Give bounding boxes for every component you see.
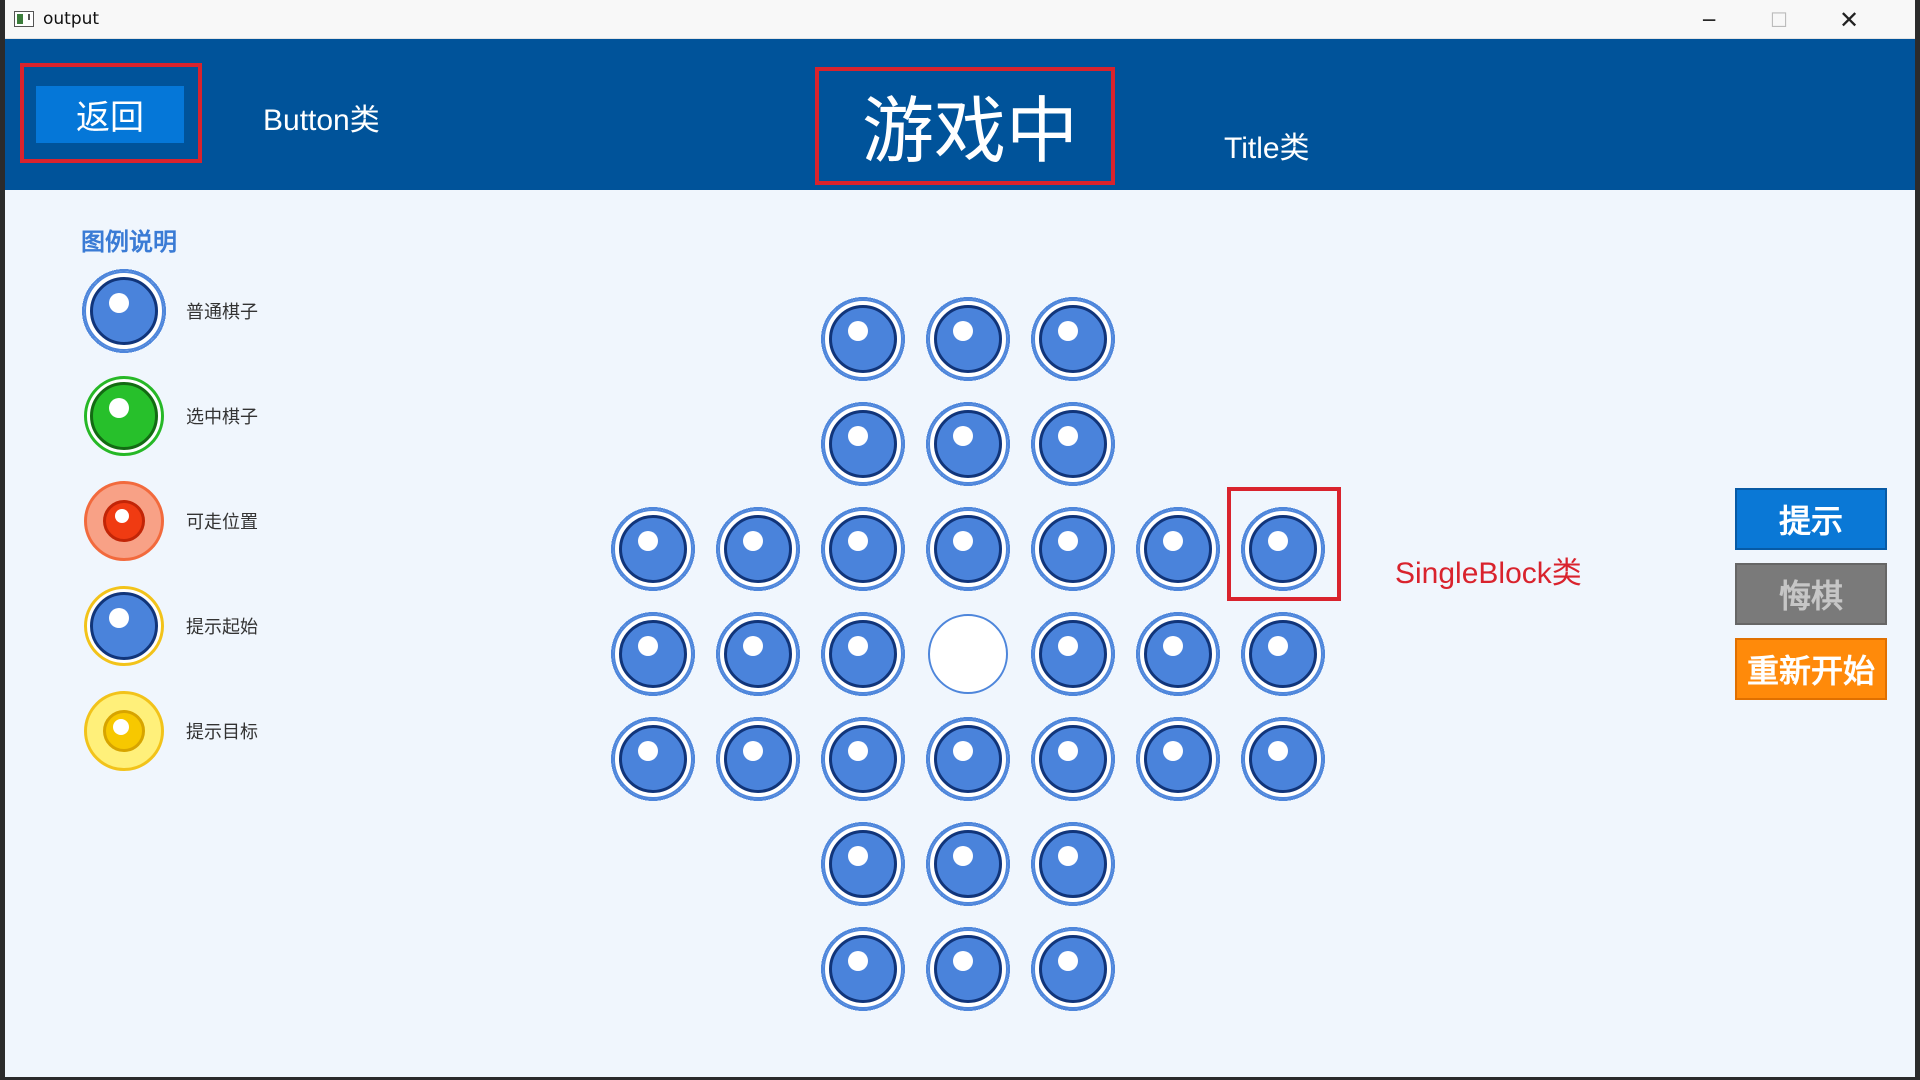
peg-cell[interactable] <box>1030 716 1116 802</box>
peg-cell[interactable] <box>1030 401 1116 487</box>
peg-cell[interactable] <box>610 506 696 592</box>
empty-cell[interactable] <box>925 611 1011 697</box>
peg-cell[interactable] <box>1030 296 1116 382</box>
close-button[interactable]: ✕ <box>1815 0 1883 39</box>
peg-cell[interactable] <box>925 506 1011 592</box>
legend-label: 选中棋子 <box>186 407 258 428</box>
peg-cell[interactable] <box>925 401 1011 487</box>
singleblock-annotation-box <box>1227 487 1341 601</box>
peg-cell[interactable] <box>610 716 696 802</box>
peg-cell[interactable] <box>1030 506 1116 592</box>
legend-label: 提示目标 <box>186 722 258 743</box>
legend-item: 选中棋子 <box>81 373 341 463</box>
peg-cell[interactable] <box>1240 611 1326 697</box>
minimize-button[interactable]: ─ <box>1675 0 1743 39</box>
peg-cell[interactable] <box>1240 716 1326 802</box>
peg-cell[interactable] <box>925 296 1011 382</box>
peg-cell[interactable] <box>1030 821 1116 907</box>
peg-cell[interactable] <box>1135 716 1221 802</box>
peg-cell[interactable] <box>925 716 1011 802</box>
hint-button[interactable]: 提示 <box>1735 488 1887 550</box>
peg-cell[interactable] <box>820 611 906 697</box>
legend-item: 提示起始 <box>81 583 341 673</box>
restart-button[interactable]: 重新开始 <box>1735 638 1887 700</box>
legend-selected-peg <box>81 373 167 459</box>
undo-button[interactable]: 悔棋 <box>1735 563 1887 625</box>
peg-cell[interactable] <box>1030 611 1116 697</box>
legend-label: 提示起始 <box>186 617 258 638</box>
peg-cell[interactable] <box>1135 506 1221 592</box>
legend-normal-peg <box>81 268 167 354</box>
peg-cell[interactable] <box>715 716 801 802</box>
peg-cell[interactable] <box>715 506 801 592</box>
title-class-note: Title类 <box>1224 132 1310 165</box>
legend-hint-target-peg <box>81 688 167 774</box>
legend-hint-start-peg <box>81 583 167 669</box>
peg-cell[interactable] <box>925 821 1011 907</box>
window-titlebar: output ─ ☐ ✕ <box>5 0 1915 39</box>
legend-movable-peg <box>81 478 167 564</box>
peg-cell[interactable] <box>610 611 696 697</box>
peg-cell[interactable] <box>1030 926 1116 1012</box>
legend-label: 可走位置 <box>186 512 258 533</box>
maximize-button[interactable]: ☐ <box>1745 0 1813 39</box>
legend-item: 可走位置 <box>81 478 341 568</box>
peg-cell[interactable] <box>820 401 906 487</box>
legend-item: 提示目标 <box>81 688 341 778</box>
peg-cell[interactable] <box>1135 611 1221 697</box>
window-title: output <box>43 9 100 29</box>
legend-label: 普通棋子 <box>186 302 258 323</box>
singleblock-class-note: SingleBlock类 <box>1395 557 1582 590</box>
peg-cell[interactable] <box>925 926 1011 1012</box>
peg-cell[interactable] <box>820 506 906 592</box>
button-class-note: Button类 <box>263 104 380 137</box>
app-window: output ─ ☐ ✕ 返回 Button类 游戏中 Title类 图例说明 … <box>5 0 1915 1077</box>
peg-cell[interactable] <box>820 926 906 1012</box>
legend-title: 图例说明 <box>81 228 177 256</box>
peg-cell[interactable] <box>820 716 906 802</box>
peg-cell[interactable] <box>715 611 801 697</box>
legend-item: 普通棋子 <box>81 268 341 358</box>
header-bar: 返回 Button类 游戏中 Title类 <box>5 39 1915 190</box>
back-button[interactable]: 返回 <box>36 86 184 143</box>
page-title: 游戏中 <box>861 89 1078 173</box>
peg-cell[interactable] <box>820 296 906 382</box>
peg-cell[interactable] <box>820 821 906 907</box>
app-icon <box>14 11 34 27</box>
